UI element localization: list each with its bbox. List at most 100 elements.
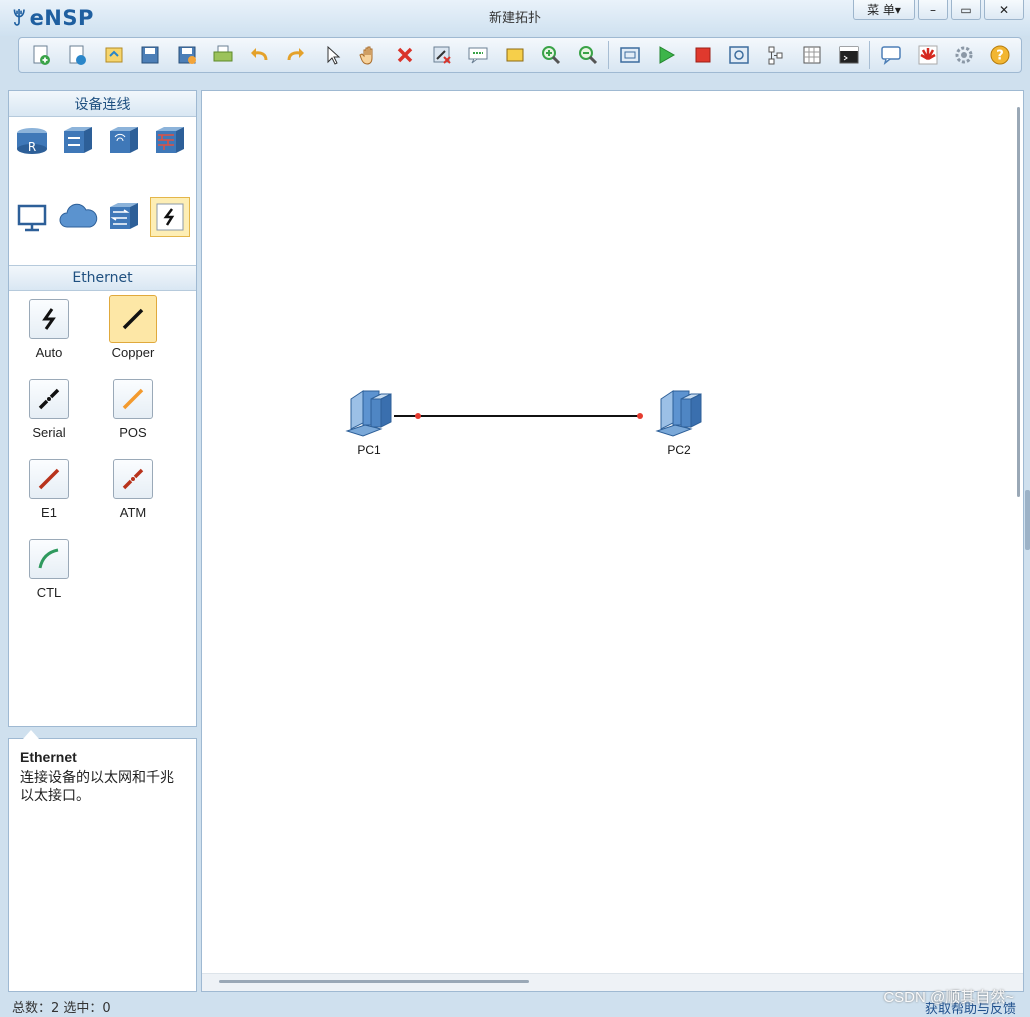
cable-label: Auto (35, 345, 63, 360)
pc-device-icon (17, 204, 47, 232)
redo-button[interactable] (280, 40, 311, 70)
device-panel-header: 设备连线 (9, 91, 196, 117)
text-comment-button[interactable] (462, 40, 493, 70)
cable-icon-frame (29, 459, 69, 499)
pan-button[interactable] (353, 40, 384, 70)
e1-cable-icon (38, 468, 60, 490)
capture-data-icon (729, 46, 750, 64)
cli-window-button[interactable] (833, 40, 864, 70)
grid-button[interactable] (797, 40, 828, 70)
vertical-scrollbar[interactable] (1017, 107, 1020, 497)
topology-icon (768, 46, 783, 65)
description-title: Ethernet (20, 749, 77, 765)
cable-atm[interactable]: ATM (103, 459, 163, 520)
maximize-button[interactable]: ▭ (951, 0, 981, 20)
menu-button[interactable]: 菜 单▾ (853, 0, 915, 20)
select-button[interactable] (317, 40, 348, 70)
panel-resize-grip[interactable] (1025, 490, 1030, 550)
pc-category[interactable] (12, 197, 52, 237)
cable-e1[interactable]: E1 (19, 459, 79, 520)
device-sidebar: 设备连线 R Ethernet Auto Copper Serial POS E… (8, 90, 197, 727)
topology-canvas[interactable]: PC1 PC2 (201, 90, 1024, 992)
other-device-category[interactable] (104, 197, 144, 237)
firewall-category[interactable] (150, 121, 190, 161)
cable-label: ATM (119, 505, 147, 520)
capture-data-button[interactable] (724, 40, 755, 70)
open-button[interactable] (98, 40, 129, 70)
rectangle-button[interactable] (499, 40, 530, 70)
select-icon (327, 45, 341, 65)
status-summary: 总数：2 选中：0 (12, 1001, 111, 1016)
cable-icon-frame (109, 295, 157, 343)
description-text: 连接设备的以太网和千兆以太接口。 (20, 770, 174, 804)
pc1-node[interactable]: PC1 (339, 387, 399, 457)
other-device-icon (110, 203, 138, 229)
cable-copper[interactable]: Copper (103, 295, 163, 360)
svg-text:R: R (28, 140, 36, 154)
new-topology-button[interactable] (25, 40, 56, 70)
close-button[interactable]: ✕ (984, 0, 1024, 20)
chat-icon (881, 46, 901, 65)
atm-cable-icon (122, 468, 144, 490)
cable-panel-header: Ethernet (9, 265, 196, 291)
stop-device-button[interactable] (687, 40, 718, 70)
cable-type-list: Auto Copper Serial POS E1 ATM CTL (9, 291, 196, 723)
cable-label: CTL (36, 585, 62, 600)
topology-links (394, 413, 643, 419)
undo-icon (251, 48, 268, 61)
print-button[interactable] (207, 40, 238, 70)
help-button[interactable]: ? (985, 40, 1016, 70)
cable-serial[interactable]: Serial (19, 379, 79, 440)
new-example-button[interactable] (61, 40, 92, 70)
undo-button[interactable] (244, 40, 275, 70)
cable-ctl[interactable]: CTL (19, 539, 79, 600)
redo-icon (287, 48, 304, 61)
router-icon: R (17, 128, 47, 154)
cable-label: POS (119, 425, 147, 440)
fit-window-icon (620, 47, 640, 63)
rectangle-icon (506, 48, 524, 62)
switch-icon (64, 127, 92, 153)
zoom-out-button[interactable] (572, 40, 603, 70)
toolbar-separator (608, 41, 610, 69)
ctl-cable-icon (38, 548, 59, 569)
firewall-icon (156, 127, 184, 153)
panel-pointer (23, 730, 39, 739)
cable-icon-frame (29, 539, 69, 579)
save-button[interactable] (134, 40, 165, 70)
minimize-button[interactable]: – (918, 0, 948, 20)
huawei-button[interactable] (912, 40, 943, 70)
cable-description-panel: Ethernet 连接设备的以太网和千兆以太接口。 (8, 730, 197, 992)
chat-button[interactable] (875, 40, 906, 70)
cable-icon-frame (113, 459, 153, 499)
stop-device-icon (695, 47, 711, 63)
delete-button[interactable] (390, 40, 421, 70)
wlan-icon (110, 127, 138, 153)
router-category[interactable]: R (12, 121, 52, 161)
cloud-icon (59, 203, 98, 228)
watermark: CSDN @顺其自然~ (883, 989, 1014, 1006)
fit-window-button[interactable] (614, 40, 645, 70)
start-device-button[interactable] (651, 40, 682, 70)
delete-link-button[interactable] (426, 40, 457, 70)
cable-label: Copper (111, 345, 155, 360)
status-bar: 总数：2 选中：0 获取帮助与反馈 (0, 996, 1030, 1017)
cloud-category[interactable] (58, 197, 98, 237)
cable-icon-frame (29, 379, 69, 419)
save-as-button[interactable] (171, 40, 202, 70)
settings-button[interactable] (948, 40, 979, 70)
zoom-in-button[interactable] (535, 40, 566, 70)
switch-category[interactable] (58, 121, 98, 161)
wlan-category[interactable] (104, 121, 144, 161)
help-icon: ? (990, 45, 1010, 65)
open-icon (105, 47, 123, 63)
pc2-node[interactable]: PC2 (649, 387, 709, 457)
cable-pos[interactable]: POS (103, 379, 163, 440)
cable-category[interactable] (150, 197, 190, 237)
topology-button[interactable] (760, 40, 791, 70)
pc1-label: PC1 (357, 443, 381, 457)
pos-cable-icon (122, 388, 144, 410)
cable-auto[interactable]: Auto (19, 299, 79, 360)
pan-hand-icon (359, 46, 373, 65)
horizontal-scrollbar[interactable] (219, 980, 529, 983)
